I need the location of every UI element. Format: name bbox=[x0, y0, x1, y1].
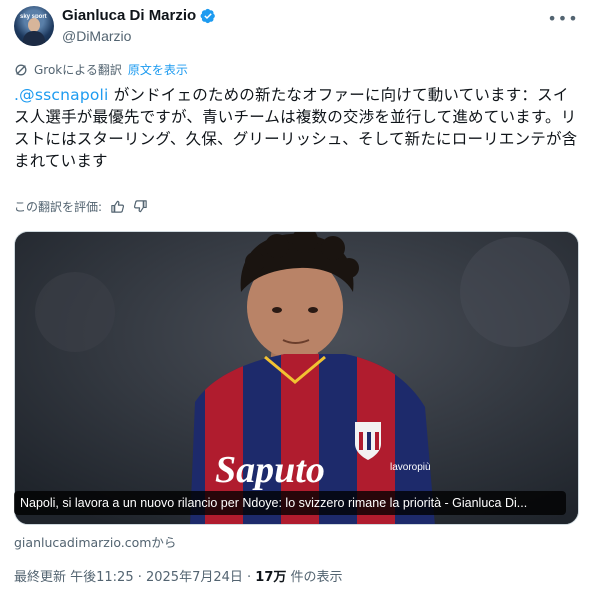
author-avatar[interactable]: sky sport bbox=[14, 6, 54, 46]
tweet-header: sky sport Gianluca Di Marzio @DiMarzio •… bbox=[14, 6, 578, 46]
author-names: Gianluca Di Marzio @DiMarzio bbox=[62, 6, 216, 46]
author-display-name[interactable]: Gianluca Di Marzio bbox=[62, 6, 196, 26]
more-options-icon[interactable]: ••• bbox=[547, 8, 577, 28]
avatar-body bbox=[23, 31, 45, 46]
tweet-meta: 最終更新 午後11:25 · 2025年7月24日 · 17万 件の表示 bbox=[14, 566, 343, 585]
player-photo: Saputo lavoropiù bbox=[15, 232, 578, 524]
thumbs-down-icon[interactable] bbox=[133, 199, 148, 214]
translation-rating: この翻訳を評価: bbox=[14, 198, 148, 215]
author-display-name-row[interactable]: Gianluca Di Marzio bbox=[62, 6, 216, 26]
grok-icon bbox=[15, 64, 27, 76]
verified-badge-icon[interactable] bbox=[200, 8, 216, 24]
mention-link[interactable]: .@sscnapoli bbox=[14, 86, 109, 104]
author-handle[interactable]: @DiMarzio bbox=[62, 26, 216, 46]
avatar-face bbox=[28, 18, 40, 32]
link-card-caption[interactable]: Napoli, si lavora a un nuovo rilancio pe… bbox=[14, 491, 566, 515]
translation-label: Grokによる翻訳 bbox=[34, 63, 122, 77]
views-label: 件の表示 bbox=[286, 570, 343, 585]
jersey-sponsor: Saputo bbox=[215, 449, 325, 491]
tweet-body: .@sscnapoli がンドイェのための新たなオファーに向けて動いています：ス… bbox=[14, 84, 580, 172]
show-original-link[interactable]: 原文を表示 bbox=[128, 62, 188, 78]
views-count: 17万 bbox=[255, 570, 287, 585]
thumbs-up-icon[interactable] bbox=[110, 199, 125, 214]
link-source[interactable]: gianlucadimarzio.comから bbox=[14, 532, 176, 551]
link-card-image[interactable]: Saputo lavoropiù bbox=[14, 231, 579, 525]
translation-bar: Grokによる翻訳 原文を表示 bbox=[14, 62, 188, 78]
jersey-brand: lavoropiù bbox=[390, 462, 431, 473]
timestamp[interactable]: 最終更新 午後11:25 · 2025年7月24日 · bbox=[14, 570, 255, 585]
rating-label: この翻訳を評価: bbox=[14, 200, 103, 214]
